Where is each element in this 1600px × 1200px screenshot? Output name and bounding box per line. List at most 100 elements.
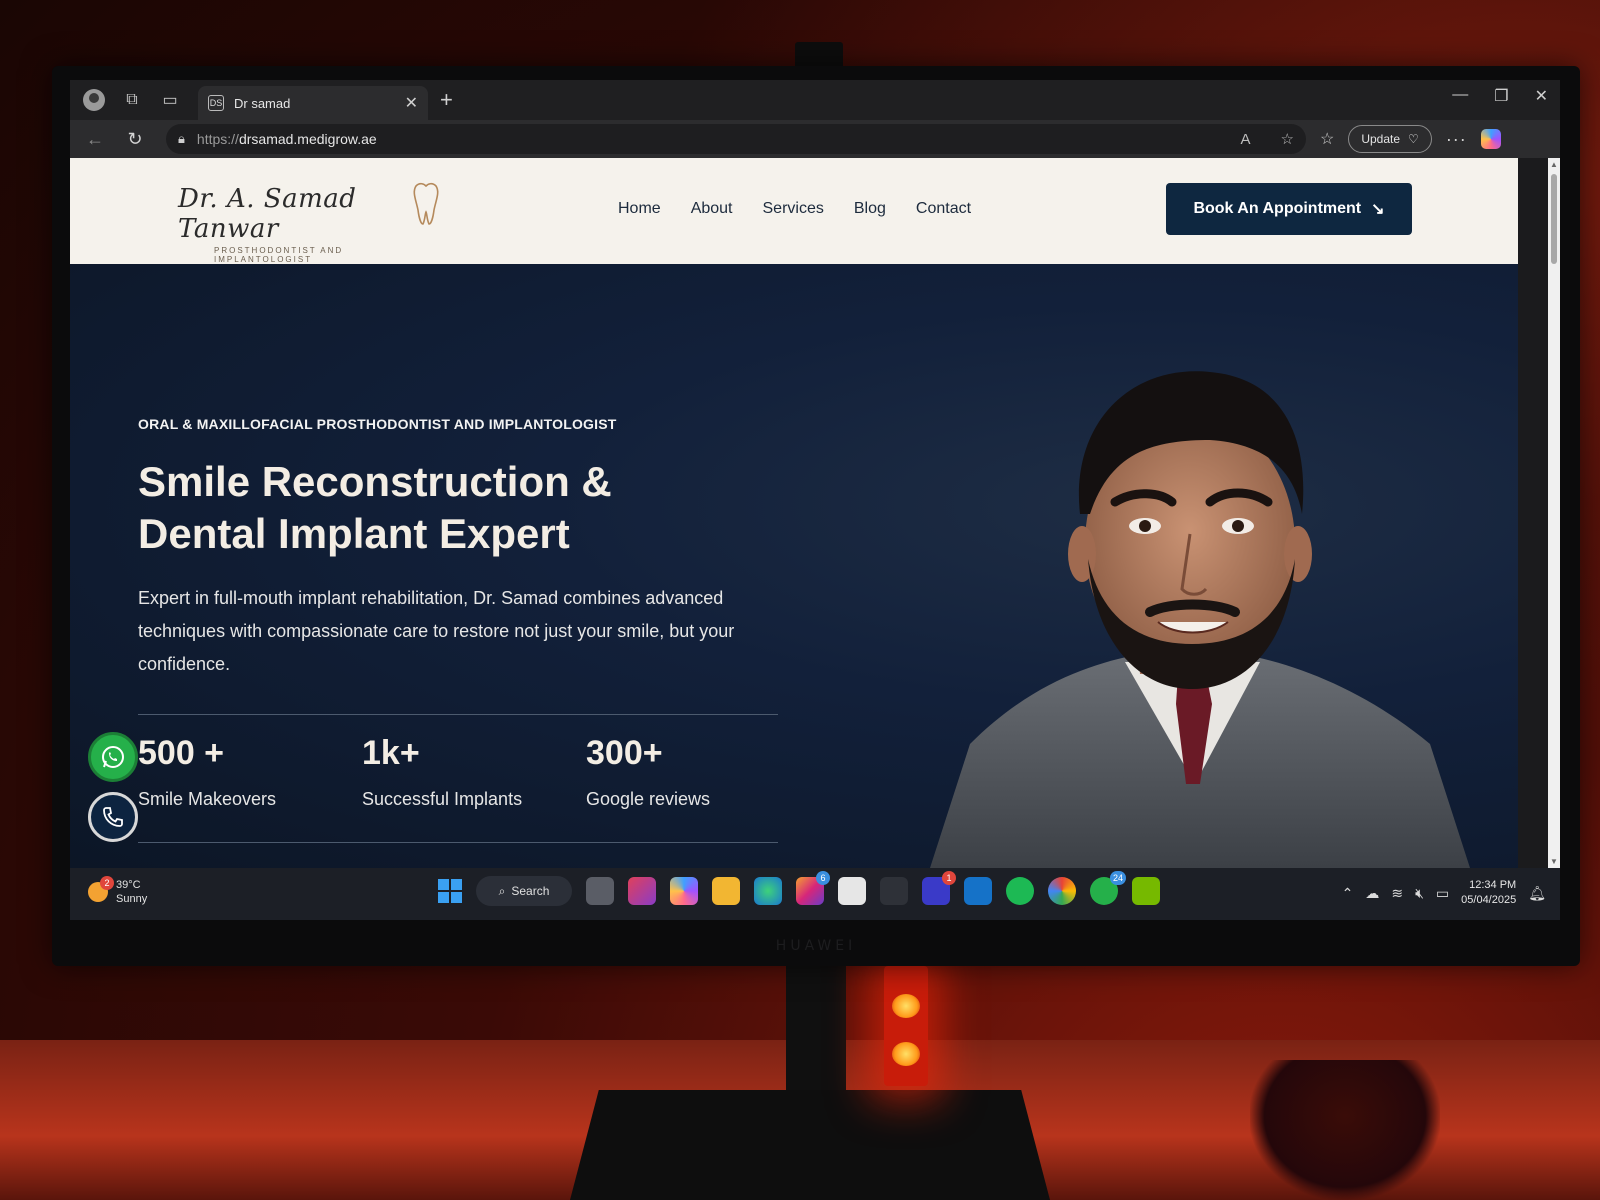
file-explorer-icon[interactable] [712, 877, 740, 905]
search-icon: ⌕ [498, 883, 506, 898]
creative-cloud-icon[interactable] [628, 877, 656, 905]
stat-item: 500 + Smile Makeovers [138, 734, 362, 810]
tab-actions-icon[interactable]: ▭ [154, 84, 186, 116]
stats-divider-top [138, 714, 778, 715]
scroll-thumb[interactable] [1551, 174, 1557, 264]
stat-label: Smile Makeovers [138, 789, 277, 809]
close-window-icon[interactable]: ✕ [1535, 86, 1548, 106]
close-tab-icon[interactable]: ✕ [405, 93, 418, 113]
minimize-icon[interactable]: — [1452, 86, 1468, 106]
site-header: Dr. A. Samad Tanwar PROSTHODONTIST AND I… [70, 158, 1518, 264]
headline-line-1: Smile Reconstruction & [138, 458, 612, 505]
workspaces-icon[interactable]: ⧉ [116, 84, 148, 116]
nav-blog[interactable]: Blog [854, 200, 886, 218]
monitor-stand [786, 966, 846, 1096]
back-icon[interactable]: ← [82, 129, 108, 150]
more-options-icon[interactable]: ··· [1446, 129, 1467, 150]
read-aloud-icon[interactable]: A [1241, 131, 1251, 148]
nav-services[interactable]: Services [763, 200, 824, 218]
url-host: drsamad.medigrow.ae [238, 131, 377, 147]
page-scrollbar[interactable]: ▲ ▼ [1548, 158, 1560, 868]
volume-muted-icon[interactable]: 🔇︎ [1415, 885, 1424, 902]
notifications-icon[interactable]: 🔔︎ [1528, 885, 1546, 902]
restore-icon[interactable]: ❐ [1494, 86, 1508, 106]
url-text[interactable]: https://drsamad.medigrow.ae [197, 131, 1211, 147]
hero-eyebrow: ORAL & MAXILLOFACIAL PROSTHODONTIST AND … [138, 416, 617, 432]
nav-home[interactable]: Home [618, 200, 661, 218]
stat-number: 500 + [138, 734, 225, 772]
weather-widget[interactable]: 2 39°C Sunny [88, 876, 147, 906]
heart-icon: ♡ [1408, 132, 1419, 146]
nav-about[interactable]: About [691, 200, 733, 218]
browser-tab[interactable]: DS Dr samad ✕ [198, 86, 428, 120]
whatsapp-icon [102, 746, 124, 768]
browser-toolbar: ← ↻ 🔒︎ https://drsamad.medigrow.ae A ☆ ☆… [70, 120, 1560, 158]
refresh-icon[interactable]: ↻ [122, 129, 148, 150]
succulent-plant [1250, 1060, 1440, 1200]
temperature: 39°C [116, 879, 141, 891]
weather-badge: 2 [100, 876, 114, 890]
favorite-star-icon[interactable]: ☆ [1281, 130, 1294, 148]
hero-description: Expert in full-mouth implant rehabilitat… [138, 588, 735, 674]
update-label: Update [1361, 132, 1401, 146]
unity-icon[interactable] [880, 877, 908, 905]
favorites-icon[interactable]: ☆ [1320, 129, 1334, 149]
edge-icon[interactable] [754, 877, 782, 905]
teams-icon[interactable]: 1 [922, 871, 956, 905]
taskbar-apps: ⌕ Search 6 1 24 [438, 871, 1160, 906]
nvidia-icon[interactable] [1132, 877, 1160, 905]
scroll-up-icon[interactable]: ▲ [1550, 160, 1558, 169]
scroll-down-icon[interactable]: ▼ [1550, 857, 1558, 866]
update-button[interactable]: Update ♡ [1348, 125, 1432, 153]
hero-section: ORAL & MAXILLOFACIAL PROSTHODONTIST AND … [70, 264, 1518, 868]
nav-contact[interactable]: Contact [916, 200, 971, 218]
onedrive-icon[interactable]: ☁ [1365, 885, 1379, 902]
copilot-app-icon[interactable] [670, 877, 698, 905]
stat-label: Google reviews [586, 789, 711, 809]
profile-icon[interactable] [78, 84, 110, 116]
main-nav: Home About Services Blog Contact [618, 200, 971, 218]
taskbar-search[interactable]: ⌕ Search [476, 876, 572, 906]
phone-call-button[interactable] [88, 792, 138, 842]
rgb-light [884, 966, 928, 1086]
sun-icon: 2 [88, 876, 114, 902]
lock-icon[interactable]: 🔒︎ [178, 131, 185, 147]
monitor-brand: HUAWEI [775, 938, 857, 954]
instagram-badge: 6 [816, 871, 830, 885]
address-bar[interactable]: 🔒︎ https://drsamad.medigrow.ae A ☆ [166, 124, 1306, 154]
hero-headline: Smile Reconstruction & Dental Implant Ex… [138, 456, 738, 560]
chrome-icon[interactable] [1048, 877, 1076, 905]
chevron-up-icon[interactable]: ⌃ [1342, 885, 1354, 902]
stat-number: 300+ [586, 734, 663, 772]
battery-icon[interactable]: ▭ [1436, 885, 1449, 902]
wifi-icon[interactable]: ≋ [1391, 885, 1403, 902]
whatsapp-app-icon[interactable]: 24 [1090, 871, 1126, 905]
instagram-icon[interactable]: 6 [796, 871, 830, 905]
weather-text: 39°C Sunny [116, 878, 147, 906]
window-controls: — ❐ ✕ [1452, 86, 1548, 106]
webpage: Dr. A. Samad Tanwar PROSTHODONTIST AND I… [70, 158, 1518, 868]
stat-item: 300+ Google reviews [586, 734, 810, 810]
spotify-icon[interactable] [1006, 877, 1034, 905]
clock[interactable]: 12:34 PM 05/04/2025 [1461, 878, 1516, 908]
arrow-down-right-icon: ↘ [1371, 201, 1385, 218]
windows-start-icon[interactable] [438, 879, 462, 903]
tooth-icon [413, 182, 439, 225]
url-scheme: https:// [196, 131, 239, 147]
cta-label: Book An Appointment [1193, 200, 1362, 217]
monitor-stand-base [570, 1090, 1050, 1200]
store-icon[interactable] [838, 877, 866, 905]
copilot-icon[interactable] [1480, 129, 1501, 149]
book-appointment-button[interactable]: Book An Appointment ↘ [1166, 183, 1412, 235]
search-label: Search [511, 884, 550, 898]
outlook-icon[interactable] [964, 877, 992, 905]
site-logo[interactable]: Dr. A. Samad Tanwar PROSTHODONTIST AND I… [178, 182, 439, 264]
logo-script: Dr. A. Samad Tanwar [178, 184, 357, 244]
task-view-icon[interactable] [586, 877, 614, 905]
stats-divider-bottom [138, 842, 778, 843]
new-tab-icon[interactable]: + [440, 87, 453, 113]
whatsapp-button[interactable] [88, 732, 138, 782]
whatsapp-badge: 24 [1109, 871, 1126, 885]
clock-date: 05/04/2025 [1461, 894, 1517, 906]
doctor-portrait [930, 371, 1470, 868]
